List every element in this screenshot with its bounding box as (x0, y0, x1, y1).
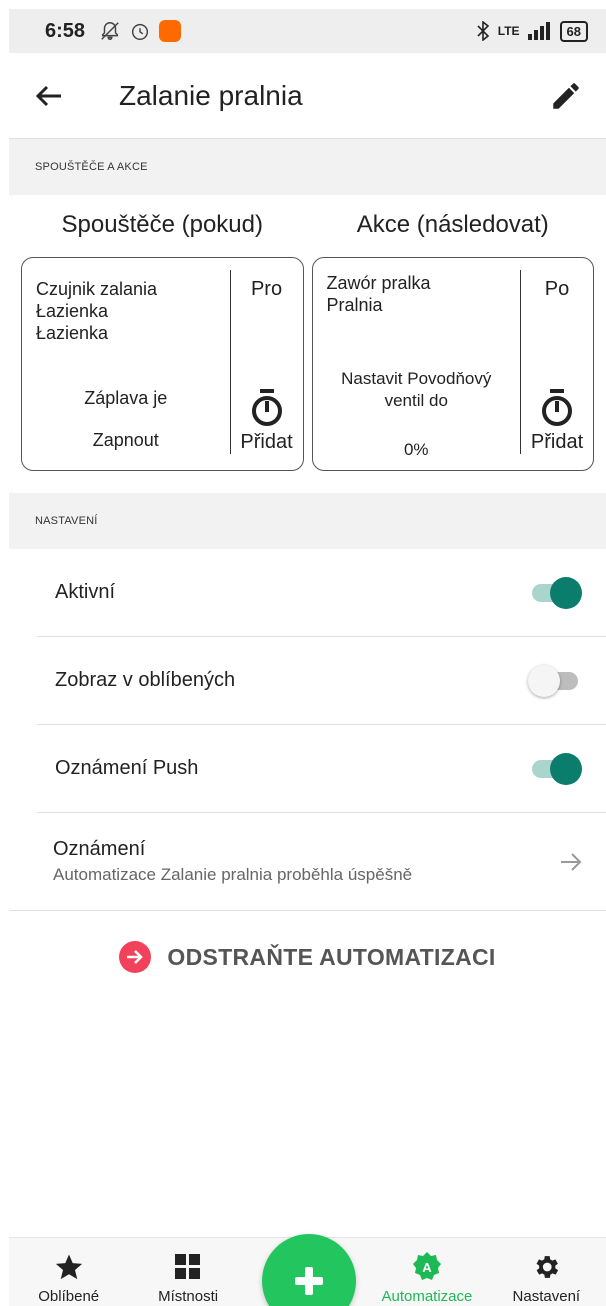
actions-title: Akce (následovat) (356, 211, 549, 238)
action-description: Nastavit Povodňový ventil do (341, 369, 492, 410)
toggle-knob (550, 752, 582, 785)
back-button[interactable] (29, 76, 69, 116)
notification-texts: Oznámení Automatizace Zalanie pralnia pr… (53, 838, 560, 885)
stopwatch-icon (251, 389, 282, 426)
trigger-side: Pro Přidat (231, 258, 303, 470)
delete-automation-label: ODSTRAŇTE AUTOMATIZACI (167, 943, 496, 970)
status-bar: 6:58 LTE 68 (9, 9, 606, 53)
edit-button[interactable] (546, 76, 586, 116)
delete-automation-button[interactable]: ODSTRAŇTE AUTOMATIZACI (9, 911, 606, 1003)
add-action-label: Přidat (530, 431, 584, 453)
alarm-icon (131, 23, 149, 40)
setting-push-label: Oznámení Push (55, 757, 199, 779)
setting-push: Oznámení Push (37, 725, 606, 813)
triggers-title: Spouštěče (pokud) (61, 211, 263, 238)
rules-area: Spouštěče (pokud) Czujnik zalania Łazien… (9, 195, 606, 471)
trigger-state: Zapnout (92, 430, 159, 450)
plus-icon (295, 1267, 323, 1295)
status-right: LTE 68 (476, 20, 588, 42)
action-device: Zawór pralka Pralnia (326, 273, 431, 315)
add-action-button[interactable]: Přidat (531, 389, 583, 454)
add-trigger-button[interactable]: Přidat (240, 389, 293, 454)
nav-favorites-label: Oblíbené (38, 1288, 100, 1305)
network-type: LTE (497, 24, 520, 38)
nav-favorites[interactable]: Oblíbené (9, 1238, 128, 1306)
stopwatch-icon (542, 389, 572, 426)
add-trigger-label: Přidat (240, 431, 293, 453)
actions-card[interactable]: Zawór pralka Pralnia Nastavit Povodňový … (311, 257, 594, 471)
app-bar: Zalanie pralnia (9, 53, 606, 139)
toggle-knob (550, 576, 582, 609)
section-header-settings: NASTAVENÍ (9, 493, 606, 549)
triggers-column: Spouštěče (pokud) Czujnik zalania Łazien… (17, 195, 308, 471)
signal-icon (527, 22, 550, 40)
star-icon (54, 1252, 84, 1282)
nav-automation-label: Automatizace (381, 1288, 473, 1305)
setting-active-label: Aktivní (55, 581, 116, 603)
setting-favorites-label: Zobraz v oblíbených (55, 669, 236, 691)
grid-icon (175, 1252, 201, 1282)
svg-text:A: A (422, 1260, 432, 1275)
bluetooth-icon (477, 21, 489, 41)
page-title: Zalanie pralnia (119, 79, 303, 111)
bottom-navigation: Oblíbené Místnosti A Automatizace Nastav… (9, 1234, 606, 1306)
arrow-right-icon (561, 852, 582, 871)
setting-favorites: Zobraz v oblíbených (37, 637, 606, 725)
push-toggle[interactable] (532, 752, 582, 785)
toggle-knob (528, 664, 560, 697)
trigger-device: Czujnik zalania Łazienka Łazienka (36, 279, 158, 343)
automation-icon: A (411, 1252, 443, 1282)
active-toggle[interactable] (532, 576, 582, 609)
triggers-card[interactable]: Czujnik zalania Łazienka Łazienka Záplav… (21, 257, 304, 471)
phone-screen: 6:58 LTE 68 Zalanie pralnia SPOUŠTĚČE A … (9, 9, 606, 1306)
favorites-toggle[interactable] (528, 664, 578, 697)
action-side-label: Po (544, 278, 570, 300)
actions-column: Akce (následovat) Zawór pralka Pralnia N… (308, 195, 599, 471)
arrow-left-icon (35, 85, 61, 106)
action-side: Po Přidat (521, 258, 593, 470)
gear-icon (531, 1252, 561, 1282)
nav-rooms-label: Místnosti (158, 1288, 219, 1305)
battery-indicator: 68 (559, 20, 588, 42)
action-body[interactable]: Zawór pralka Pralnia Nastavit Povodňový … (313, 258, 521, 470)
notification-setting[interactable]: Oznámení Automatizace Zalanie pralnia pr… (9, 813, 606, 911)
section-header-rules: SPOUŠTĚČE A AKCE (9, 139, 606, 195)
mi-app-icon (159, 20, 182, 42)
notification-title: Oznámení (53, 838, 146, 860)
trigger-side-label: Pro (250, 278, 283, 300)
nav-settings[interactable]: Nastavení (487, 1238, 606, 1306)
notification-subtitle: Automatizace Zalanie pralnia proběhla ús… (53, 865, 413, 884)
trigger-body[interactable]: Czujnik zalania Łazienka Łazienka Záplav… (22, 258, 230, 470)
setting-active: Aktivní (37, 549, 606, 637)
notifications-off-icon (101, 22, 119, 40)
nav-rooms[interactable]: Místnosti (128, 1238, 247, 1306)
status-time: 6:58 (45, 19, 86, 42)
pencil-icon (553, 82, 579, 109)
action-value: 0% (403, 440, 429, 459)
trigger-condition: Záplava je (84, 388, 168, 408)
delete-arrow-icon (119, 941, 152, 973)
nav-settings-label: Nastavení (512, 1288, 581, 1305)
nav-automation[interactable]: A Automatizace (367, 1238, 486, 1306)
